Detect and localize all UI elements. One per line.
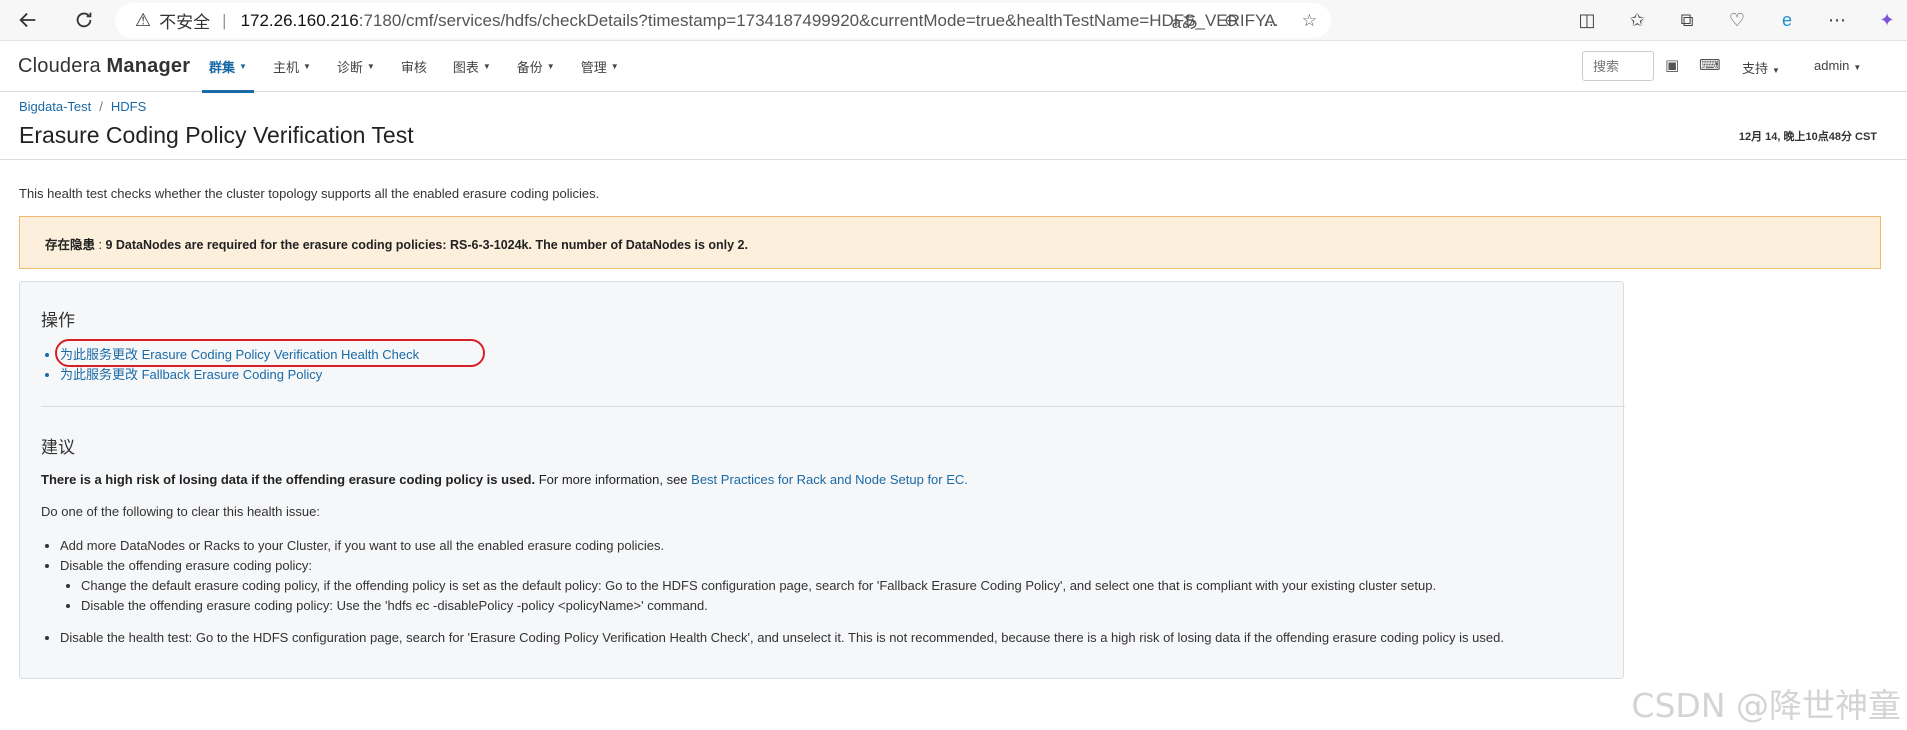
page-title: Erasure Coding Policy Verification Test bbox=[19, 122, 414, 148]
list-item: Change the default erasure coding policy… bbox=[81, 576, 1504, 596]
menu-label: 诊断 bbox=[336, 60, 363, 75]
list-item: 为此服务更改 Fallback Erasure Coding Policy bbox=[60, 365, 419, 385]
menu-administration[interactable]: 管理 ▼ bbox=[568, 41, 632, 92]
brand-light: Cloudera bbox=[18, 55, 107, 77]
health-alert: 存在隐患 : 9 DataNodes are required for the … bbox=[19, 216, 1881, 269]
advice-summary: There is a high risk of losing data if t… bbox=[41, 472, 968, 487]
alert-message: 9 DataNodes are required for the erasure… bbox=[105, 238, 748, 252]
details-panel: 操作 为此服务更改 Erasure Coding Policy Verifica… bbox=[19, 281, 1625, 679]
caret-down-icon: ▼ bbox=[482, 62, 491, 71]
caret-down-icon: ▼ bbox=[1772, 66, 1780, 75]
list-item: 为此服务更改 Erasure Coding Policy Verificatio… bbox=[60, 345, 419, 365]
support-menu[interactable]: 支持 ▼ bbox=[1742, 58, 1780, 77]
menu-hosts[interactable]: 主机 ▼ bbox=[260, 41, 324, 92]
address-icons: aあ ⊖ A ☆ bbox=[1172, 3, 1317, 38]
menu-backup[interactable]: 备份 ▼ bbox=[504, 41, 568, 92]
advice-more-info: For more information, see bbox=[535, 472, 692, 487]
back-icon[interactable] bbox=[8, 0, 48, 40]
zoom-icon[interactable]: ⊖ bbox=[1224, 11, 1238, 31]
warning-icon: ⚠ bbox=[135, 10, 152, 30]
menu-label: 管理 bbox=[580, 60, 607, 75]
menu-label: 图表 bbox=[452, 60, 479, 75]
support-label: 支持 bbox=[1742, 61, 1769, 76]
caret-down-icon: ▼ bbox=[302, 62, 311, 71]
caret-down-icon: ▼ bbox=[366, 62, 375, 71]
caret-down-icon: ▼ bbox=[546, 62, 555, 71]
list-item: Disable the offending erasure coding pol… bbox=[60, 556, 1504, 616]
best-practices-link[interactable]: Best Practices for Rack and Node Setup f… bbox=[691, 472, 968, 487]
advice-instructions: Do one of the following to clear this he… bbox=[41, 504, 320, 519]
app-header: Cloudera Manager 群集 ▼ 主机 ▼ 诊断 ▼ 审核 图表 ▼ 备份 ▼ … bbox=[0, 41, 1907, 93]
brand-logo[interactable]: Cloudera Manager bbox=[18, 55, 190, 78]
copilot-icon[interactable]: ✦ bbox=[1873, 7, 1901, 35]
caret-down-icon: ▼ bbox=[610, 62, 619, 71]
list-item: Disable the offending erasure coding pol… bbox=[81, 596, 1504, 616]
breadcrumb-service[interactable]: HDFS bbox=[111, 99, 146, 114]
test-description: This health test checks whether the clus… bbox=[19, 186, 600, 201]
breadcrumb: Bigdata-Test / HDFS bbox=[19, 99, 146, 114]
browser-toolbar: ⚠ 不安全 | 172.26.160.216 :7180/cmf/service… bbox=[0, 0, 1907, 41]
advice-strong: There is a high risk of losing data if t… bbox=[41, 472, 536, 487]
caret-down-icon: ▼ bbox=[239, 62, 247, 71]
collections-icon[interactable]: ⧉ bbox=[1673, 7, 1701, 35]
edit-fallback-policy-link[interactable]: 为此服务更改 Fallback Erasure Coding Policy bbox=[60, 367, 322, 382]
menu-diagnostics[interactable]: 诊断 ▼ bbox=[324, 41, 388, 92]
breadcrumb-separator: / bbox=[99, 99, 103, 114]
watermark: CSDN @降世神童 bbox=[1631, 686, 1901, 725]
user-label: admin bbox=[1814, 58, 1850, 73]
address-bar[interactable]: ⚠ 不安全 | 172.26.160.216 :7180/cmf/service… bbox=[115, 3, 1331, 38]
advice-list: Add more DataNodes or Racks to your Clus… bbox=[60, 536, 1504, 648]
section-divider bbox=[41, 406, 1625, 407]
address-separator: | bbox=[222, 10, 227, 30]
brand-bold: Manager bbox=[106, 55, 191, 77]
advice-heading: 建议 bbox=[41, 438, 75, 457]
list-item: Add more DataNodes or Racks to your Clus… bbox=[60, 536, 1504, 556]
menu-audits[interactable]: 审核 bbox=[388, 41, 440, 92]
actions-heading: 操作 bbox=[41, 311, 75, 330]
menu-label: 群集 bbox=[209, 60, 236, 75]
edge-icon[interactable]: e bbox=[1773, 7, 1801, 35]
favorite-icon[interactable]: ☆ bbox=[1302, 11, 1317, 31]
url-host: 172.26.160.216 bbox=[240, 10, 359, 30]
main-menu: 群集 ▼ 主机 ▼ 诊断 ▼ 审核 图表 ▼ 备份 ▼ 管理 ▼ bbox=[196, 41, 632, 93]
timestamp[interactable]: 12月 14, 晚上10点48分 CST bbox=[1739, 128, 1877, 144]
menu-label: 审核 bbox=[400, 60, 427, 75]
browser-tools: ◫ ✩ ⧉ ♡ e ⋯ ✦ bbox=[1573, 0, 1901, 41]
gift-icon[interactable]: ▣ bbox=[1665, 56, 1679, 74]
reload-icon[interactable] bbox=[64, 0, 104, 40]
split-screen-icon[interactable]: ◫ bbox=[1573, 7, 1601, 35]
url-path: :7180/cmf/services/hdfs/checkDetails?tim… bbox=[358, 10, 1279, 30]
more-icon[interactable]: ⋯ bbox=[1823, 7, 1851, 35]
caret-down-icon: ▼ bbox=[1853, 63, 1862, 72]
menu-label: 主机 bbox=[272, 60, 299, 75]
alert-level: 存在隐患 bbox=[45, 238, 96, 252]
translate-icon[interactable]: aあ bbox=[1172, 8, 1198, 33]
menu-charts[interactable]: 图表 ▼ bbox=[440, 41, 504, 92]
edit-health-check-link[interactable]: 为此服务更改 Erasure Coding Policy Verificatio… bbox=[60, 347, 419, 362]
user-menu[interactable]: admin ▼ bbox=[1814, 58, 1861, 73]
breadcrumb-cluster[interactable]: Bigdata-Test bbox=[19, 99, 91, 114]
menu-label: 备份 bbox=[516, 60, 543, 75]
favorites-icon[interactable]: ✩ bbox=[1623, 7, 1651, 35]
search-input[interactable] bbox=[1582, 51, 1654, 81]
title-divider bbox=[0, 159, 1907, 160]
list-item: Disable the health test: Go to the HDFS … bbox=[60, 628, 1504, 648]
tasks-icon[interactable]: ⌨ bbox=[1699, 56, 1721, 74]
menu-clusters[interactable]: 群集 ▼ bbox=[196, 41, 260, 93]
read-aloud-icon[interactable]: A bbox=[1264, 11, 1275, 31]
advice-sublist: Change the default erasure coding policy… bbox=[60, 576, 1504, 616]
actions-list: 为此服务更改 Erasure Coding Policy Verificatio… bbox=[60, 345, 419, 385]
health-icon[interactable]: ♡ bbox=[1723, 7, 1751, 35]
advice-item-2: Disable the offending erasure coding pol… bbox=[60, 558, 312, 573]
insecure-label: 不安全 bbox=[159, 13, 211, 32]
